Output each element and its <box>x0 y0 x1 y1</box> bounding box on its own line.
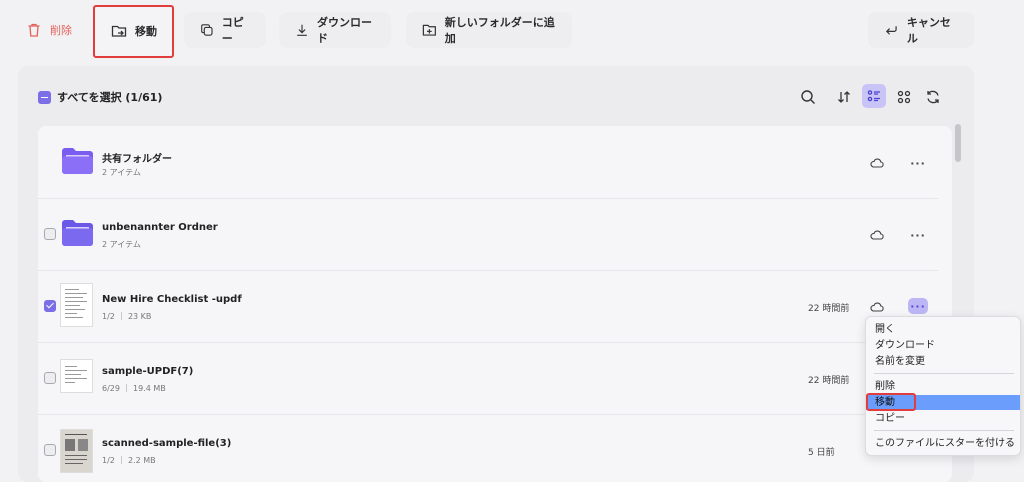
more-icon: ··· <box>910 156 926 170</box>
download-button[interactable]: ダウンロード <box>279 12 391 48</box>
file-list: 共有フォルダー 2 アイテム ··· unbenannter Ordner 2 … <box>38 126 952 482</box>
search-button[interactable] <box>797 86 819 108</box>
menu-move-highlight <box>866 393 916 411</box>
more-icon: ··· <box>910 228 926 242</box>
add-to-new-folder-label: 新しいフォルダーに追加 <box>444 16 555 45</box>
search-icon <box>801 90 815 104</box>
more-options-button[interactable]: ··· <box>908 227 928 243</box>
file-row[interactable]: sample-UPDF(7) 6/29 ｜ 19.4 MB 22 時間前 <box>38 343 938 409</box>
file-row[interactable]: scanned-sample-file(3) 1/2 ｜ 2.2 MB 5 日前 <box>38 415 938 481</box>
refresh-icon <box>927 90 939 104</box>
cloud-icon[interactable] <box>870 301 884 313</box>
cancel-label: キャンセル <box>906 16 951 45</box>
sort-button[interactable] <box>833 86 855 108</box>
row-checkbox[interactable] <box>44 444 56 456</box>
menu-divider <box>874 373 1014 374</box>
file-time: 5 日前 <box>808 448 835 458</box>
file-name: 共有フォルダー <box>102 154 172 165</box>
folder-plus-icon <box>422 24 436 36</box>
download-label: ダウンロード <box>317 16 373 45</box>
list-view-icon <box>867 90 880 102</box>
trash-icon <box>28 23 40 37</box>
select-all-control[interactable]: すべてを選択 (1/61) <box>38 89 162 105</box>
file-meta: 6/29 ｜ 19.4 MB <box>102 384 166 393</box>
menu-item-download[interactable]: ダウンロード <box>866 338 1020 353</box>
pdf-thumbnail <box>60 283 93 327</box>
menu-item-open[interactable]: 開く <box>866 322 1020 337</box>
row-checkbox[interactable] <box>44 300 56 312</box>
file-name: New Hire Checklist -updf <box>102 294 242 305</box>
menu-item-copy[interactable]: コピー <box>866 411 1020 426</box>
return-arrow-icon <box>885 26 897 35</box>
copy-label: コピー <box>221 16 244 45</box>
file-row[interactable]: 共有フォルダー 2 アイテム ··· <box>38 126 938 192</box>
download-icon <box>297 24 307 36</box>
file-row[interactable]: unbenannter Ordner 2 アイテム ··· <box>38 199 938 265</box>
add-to-new-folder-button[interactable]: 新しいフォルダーに追加 <box>406 12 572 48</box>
scrollbar[interactable] <box>955 124 961 162</box>
refresh-button[interactable] <box>922 86 944 108</box>
folder-icon <box>62 148 93 174</box>
move-button-highlight <box>93 5 174 58</box>
grid-view-icon <box>897 90 911 104</box>
scan-thumbnail <box>60 429 93 473</box>
select-all-label: すべてを選択 (1/61) <box>57 91 163 104</box>
cloud-icon[interactable] <box>870 229 884 241</box>
more-options-button[interactable]: ··· <box>908 155 928 171</box>
context-menu: 開く ダウンロード 名前を変更 削除 移動 コピー このファイルにスターを付ける <box>865 316 1021 456</box>
file-name: scanned-sample-file(3) <box>102 438 232 449</box>
file-row[interactable]: New Hire Checklist -updf 1/2 ｜ 23 KB 22 … <box>38 271 938 337</box>
file-name: unbenannter Ordner <box>102 222 218 233</box>
menu-item-star[interactable]: このファイルにスターを付ける <box>866 436 1020 451</box>
row-checkbox[interactable] <box>44 372 56 384</box>
cloud-icon[interactable] <box>870 157 884 169</box>
file-time: 22 時間前 <box>808 376 850 386</box>
menu-item-delete[interactable]: 削除 <box>866 379 1020 394</box>
copy-button[interactable]: コピー <box>184 12 266 48</box>
select-all-checkbox[interactable] <box>38 90 51 104</box>
more-options-button[interactable]: ··· <box>908 298 928 314</box>
pdf-thumbnail <box>60 359 93 393</box>
folder-icon <box>62 220 93 246</box>
more-icon: ··· <box>910 299 926 313</box>
file-time: 22 時間前 <box>808 304 850 314</box>
file-name: sample-UPDF(7) <box>102 366 194 377</box>
grid-view-button[interactable] <box>893 86 915 108</box>
delete-button[interactable]: 削除 <box>10 12 88 48</box>
file-meta: 2 アイテム <box>102 240 141 249</box>
sort-icon <box>838 91 850 103</box>
file-meta: 1/2 ｜ 23 KB <box>102 312 152 321</box>
cancel-button[interactable]: キャンセル <box>868 12 974 48</box>
menu-item-rename[interactable]: 名前を変更 <box>866 354 1020 369</box>
file-meta: 1/2 ｜ 2.2 MB <box>102 456 156 465</box>
list-view-button[interactable] <box>862 84 886 108</box>
file-meta: 2 アイテム <box>102 168 141 177</box>
menu-divider <box>874 430 1014 431</box>
copy-icon <box>201 24 213 36</box>
delete-label: 削除 <box>50 24 72 37</box>
row-checkbox[interactable] <box>44 228 56 240</box>
